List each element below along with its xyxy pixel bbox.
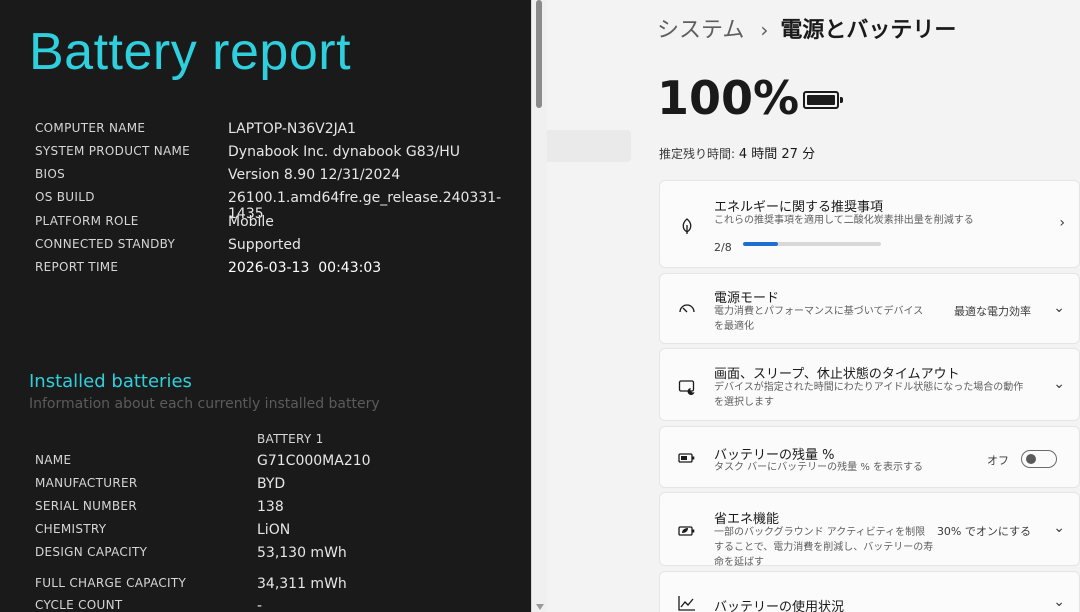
info-row-report-time: REPORT TIME 2026-03-13 00:43:03 [0,260,531,282]
battery-row-manufacturer: MANUFACTURER BYD [0,476,531,498]
card-subtitle: タスク バーにバッテリーの残量 % を表示する [714,462,924,473]
chevron-down-icon: ⌄ [1053,300,1065,316]
battery-row-cycle-count: CYCLE COUNT - [0,598,531,612]
battery-fill [807,95,835,105]
breadcrumb: システム › 電源とバッテリー [657,14,956,47]
info-row-computer-name: COMPUTER NAME LAPTOP-N36V2JA1 [0,121,531,143]
battery-value: G71C000MA210 [257,453,371,469]
page-title: 電源とバッテリー [780,18,957,43]
info-value: Dynabook Inc. dynabook G83/HU [228,144,461,160]
battery-label: NAME [35,453,72,467]
info-value: Mobile [228,214,274,230]
battery-value: - [257,598,263,612]
info-row-bios: BIOS Version 8.90 12/31/2024 [0,167,531,189]
energy-saver-card[interactable]: 省エネ機能 一部のバックグラウンド アクティビティを制限することで、電力消費を削… [659,492,1080,568]
screen-sleep-icon [678,380,695,395]
battery-label: CYCLE COUNT [35,598,123,612]
battery-row-full-charge-capacity: FULL CHARGE CAPACITY 34,311 mWh [0,576,531,598]
battery-label: DESIGN CAPACITY [35,545,148,559]
card-subtitle: これらの推奨事項を適用して二酸化炭素排出量を削減する [714,215,974,226]
battery-row-chemistry: CHEMISTRY LiON [0,522,531,544]
info-row-os-build: OS BUILD 26100.1.amd64fre.ge_release.240… [0,190,531,222]
info-row-platform-role: PLATFORM ROLE Mobile [0,214,531,236]
info-value: Supported [228,237,301,253]
battery-value: 34,311 mWh [257,576,347,592]
battery-terminal [840,97,843,103]
battery-column-header: BATTERY 1 [257,432,324,446]
chevron-down-icon: ⌄ [1053,520,1065,536]
scroll-down-arrow-icon[interactable] [536,604,544,610]
leaf-icon [682,218,692,234]
progress-fill [743,242,778,246]
report-title: Battery report [29,23,352,81]
energy-recommendations-card[interactable]: エネルギーに関する推奨事項 これらの推奨事項を適用して二酸化炭素排出量を削減する… [659,180,1080,268]
battery-value: 53,130 mWh [257,545,347,561]
info-row-product-name: SYSTEM PRODUCT NAME Dynabook Inc. dynabo… [0,144,531,166]
power-mode-value[interactable]: 最適な電力効率 [954,303,1031,319]
card-subtitle: デバイスが指定された時間にわたりアイドル状態になった場合の動作を選択します [714,382,1024,408]
toggle-state-label: オフ [987,454,1009,467]
breadcrumb-parent[interactable]: システム [657,18,744,43]
report-scrollbar[interactable] [531,0,547,612]
info-label: BIOS [35,167,66,181]
battery-value: BYD [257,476,286,492]
battery-label: MANUFACTURER [35,476,138,490]
breadcrumb-separator: › [760,18,769,42]
info-row-connected-standby: CONNECTED STANDBY Supported [0,237,531,259]
info-label: COMPUTER NAME [35,121,146,135]
battery-row-name: NAME G71C000MA210 [0,453,531,475]
battery-percentage: 100% [657,71,800,125]
battery-usage-card[interactable]: バッテリーの使用状況 ⌄ [659,571,1080,612]
info-label: CONNECTED STANDBY [35,237,176,251]
battery-value: 138 [257,499,284,515]
battery-percentage-card: バッテリーの残量 % タスク バーにバッテリーの残量 % を表示する オフ [659,426,1080,488]
battery-label: CHEMISTRY [35,522,107,536]
gauge-icon [679,304,695,313]
nav-selected-item[interactable] [547,130,631,162]
installed-batteries-heading: Installed batteries [29,371,192,392]
card-title: バッテリーの使用状況 [714,600,845,612]
info-value: LAPTOP-N36V2JA1 [228,121,357,137]
installed-batteries-subtitle: Information about each currently install… [29,396,380,412]
info-value: 2026-03-13 00:43:03 [228,260,382,276]
info-label: SYSTEM PRODUCT NAME [35,144,191,158]
recommendations-progress-text: 2/8 [714,241,732,254]
battery-row-design-capacity: DESIGN CAPACITY 53,130 mWh [0,545,531,567]
chevron-down-icon: ⌄ [1053,594,1065,610]
battery-row-serial: SERIAL NUMBER 138 [0,499,531,521]
battery-percentage-toggle[interactable] [1021,450,1057,468]
remaining-label: 推定残り時間: [659,147,736,161]
battery-report-page: Battery report COMPUTER NAME LAPTOP-N36V… [0,0,531,612]
info-label: PLATFORM ROLE [35,214,139,228]
recommendations-progress-bar [743,242,881,246]
screen-sleep-timeout-card[interactable]: 画面、スリープ、休止状態のタイムアウト デバイスが指定された時間にわたりアイドル… [659,348,1080,421]
card-subtitle: 一部のバックグラウンド アクティビティを制限することで、電力消費を削減し、バッテ… [714,527,934,568]
info-label: OS BUILD [35,190,95,204]
battery-full-icon [803,91,843,109]
battery-label: SERIAL NUMBER [35,499,137,513]
scrollbar-thumb[interactable] [536,0,542,108]
card-subtitle: 電力消費とパフォーマンスに基づいてデバイスを最適化 [714,306,924,332]
info-value: Version 8.90 12/31/2024 [228,167,401,183]
estimated-remaining-time: 推定残り時間: 4 時間 27 分 [659,143,815,162]
chevron-down-icon: ⌄ [1053,376,1065,392]
usage-chart-icon [678,596,695,611]
energy-saver-value[interactable]: 30% でオンにする [937,523,1031,539]
toggle-knob [1026,454,1036,464]
battery-value: LiON [257,522,291,538]
power-battery-settings: システム › 電源とバッテリー 100% 推定残り時間: 4 時間 27 分 エネル… [547,0,1080,612]
battery-saver-icon [678,526,695,536]
info-label: REPORT TIME [35,260,119,274]
chevron-right-icon: › [1059,215,1065,231]
remaining-value: 4 時間 27 分 [738,147,816,162]
power-mode-card[interactable]: 電源モード 電力消費とパフォーマンスに基づいてデバイスを最適化 最適な電力効率 … [659,273,1080,344]
battery-label: FULL CHARGE CAPACITY [35,576,187,590]
battery-percent-icon [678,453,695,463]
